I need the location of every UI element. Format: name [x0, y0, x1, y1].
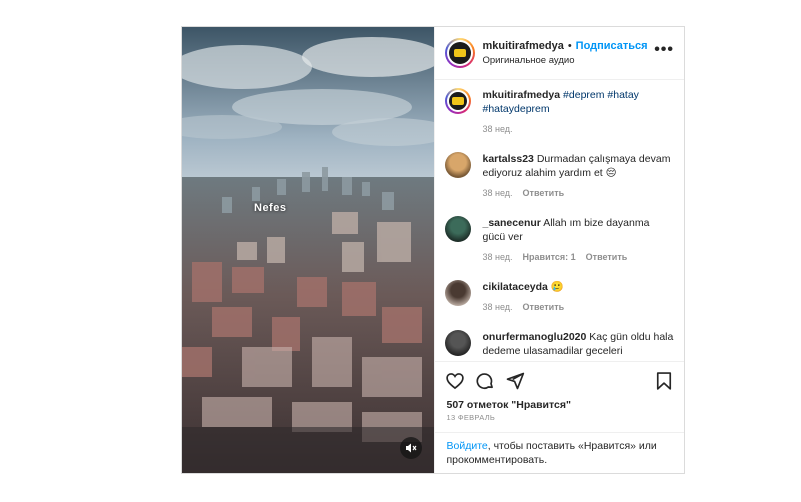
action-bar	[434, 361, 684, 399]
list-item: kartalss23 Durmadan çalışmaya devam ediy…	[444, 152, 675, 200]
likes-count[interactable]: 507 отметок "Нравится"	[435, 399, 685, 411]
reply-button[interactable]: Ответить	[586, 250, 628, 264]
avatar[interactable]	[444, 38, 475, 68]
avatar[interactable]	[444, 330, 471, 356]
caption-time[interactable]: 38 нед.	[483, 122, 513, 136]
post-date[interactable]: 13 ФЕВРАЛЬ	[435, 411, 685, 422]
comment-username[interactable]: _sanecenur	[483, 217, 541, 229]
avatar[interactable]	[444, 152, 471, 178]
comment-username[interactable]: cikilataceyda	[483, 281, 548, 293]
comment-likes[interactable]: Нравится: 1	[523, 250, 576, 264]
login-link[interactable]: Войдите	[447, 440, 488, 452]
comment-icon[interactable]	[475, 371, 495, 391]
caption-username[interactable]: mkuitirafmedya	[483, 89, 561, 101]
avatar[interactable]	[444, 88, 471, 114]
caption: mkuitirafmedya #deprem #hatay #hataydepr…	[444, 88, 675, 136]
separator-dot: •	[567, 40, 572, 52]
comment-time[interactable]: 38 нед.	[483, 186, 513, 200]
avatar[interactable]	[444, 280, 471, 306]
comment-username[interactable]: onurfermanoglu2020	[483, 331, 587, 343]
original-audio-link[interactable]: Оригинальное аудио	[483, 55, 655, 66]
bookmark-icon[interactable]	[654, 371, 674, 391]
list-item: onurfermanoglu2020 Kaç gün oldu hala ded…	[444, 330, 675, 358]
list-item: _sanecenur Allah ım bize dayanma gücü ve…	[444, 216, 675, 264]
heart-icon[interactable]	[445, 371, 465, 391]
author-username[interactable]: mkuitirafmedya	[483, 40, 564, 52]
follow-button[interactable]: Подписаться	[576, 40, 648, 52]
avatar[interactable]	[444, 216, 471, 242]
list-item: cikilataceyda 🥲 38 нед. Ответить	[444, 280, 675, 314]
login-prompt: Войдите, чтобы поставить «Нравится» или …	[434, 432, 684, 473]
aerial-city-image	[182, 27, 434, 473]
reply-button[interactable]: Ответить	[523, 186, 565, 200]
more-horizontal-icon[interactable]: •••	[654, 41, 674, 65]
comment-time[interactable]: 38 нед.	[483, 250, 513, 264]
send-icon[interactable]	[505, 371, 525, 391]
comment-text: 🥲	[550, 281, 564, 293]
post-dialog: Nefes mkuitirafmedya • Подписаться Ориги…	[181, 26, 685, 474]
comment-time[interactable]: 38 нед.	[483, 300, 513, 314]
post-video[interactable]: Nefes	[182, 27, 434, 473]
video-overlay-text: Nefes	[254, 202, 287, 214]
speaker-muted-icon[interactable]	[399, 437, 422, 459]
post-sidebar: mkuitirafmedya • Подписаться Оригинально…	[433, 27, 685, 473]
post-header: mkuitirafmedya • Подписаться Оригинально…	[434, 27, 684, 80]
comments-list[interactable]: mkuitirafmedya #deprem #hatay #hataydepr…	[435, 80, 685, 361]
reply-button[interactable]: Ответить	[523, 300, 565, 314]
comment-username[interactable]: kartalss23	[483, 153, 534, 165]
